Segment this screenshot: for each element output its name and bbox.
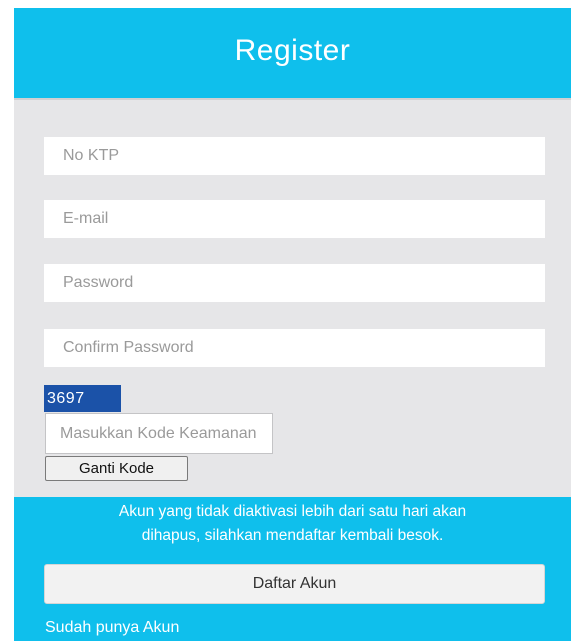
- page-title: Register: [234, 34, 351, 67]
- register-panel: Register 3697 Ganti Kode Akun yang tidak…: [14, 8, 571, 641]
- notice-line-1: Akun yang tidak diaktivasi lebih dari sa…: [118, 503, 467, 520]
- captcha-code: 3697: [44, 385, 121, 412]
- notice-line-2: dihapus, silahkan mendaftar kembali beso…: [141, 527, 444, 544]
- change-code-button[interactable]: Ganti Kode: [45, 456, 188, 481]
- have-account-link[interactable]: Sudah punya Akun: [45, 619, 179, 637]
- activation-notice: Akun yang tidak diaktivasi lebih dari sa…: [14, 500, 571, 548]
- register-header: Register: [14, 8, 571, 100]
- register-account-button[interactable]: Daftar Akun: [44, 564, 545, 604]
- security-code-input[interactable]: [45, 413, 273, 454]
- password-field[interactable]: [44, 264, 545, 302]
- confirm-password-field[interactable]: [44, 329, 545, 367]
- register-footer: Akun yang tidak diaktivasi lebih dari sa…: [14, 497, 571, 641]
- ktp-field[interactable]: [44, 137, 545, 175]
- email-field[interactable]: [44, 200, 545, 238]
